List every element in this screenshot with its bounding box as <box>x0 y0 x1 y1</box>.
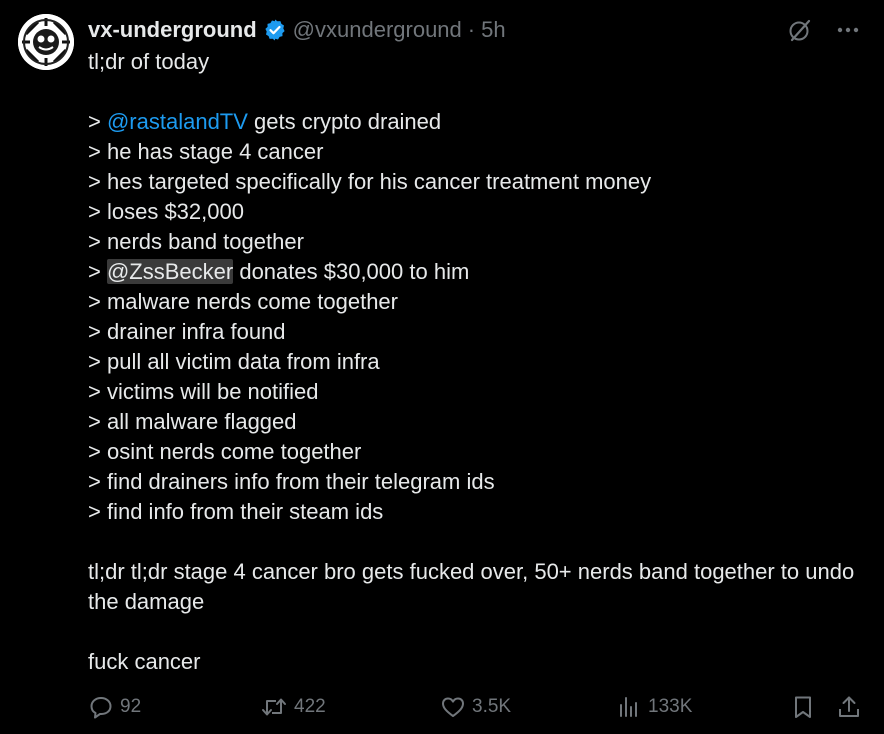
tweet-line: > all malware flagged <box>88 409 297 434</box>
tweet-intro: tl;dr of today <box>88 49 210 74</box>
bookmark-button[interactable] <box>790 694 816 720</box>
views-button[interactable]: 133K <box>616 694 692 720</box>
tweet-line: > nerds band together <box>88 229 304 254</box>
user-handle[interactable]: @vxunderground <box>293 17 462 43</box>
verified-badge-icon <box>263 18 287 42</box>
tweet-timestamp[interactable]: 5h <box>481 17 505 43</box>
share-icon <box>836 694 862 720</box>
tweet-line: > loses $32,000 <box>88 199 244 224</box>
mention-link[interactable]: @rastalandTV <box>107 109 248 134</box>
reply-button[interactable]: 92 <box>88 694 141 720</box>
tweet-line: > pull all victim data from infra <box>88 349 380 374</box>
tweet-line: > hes targeted specifically for his canc… <box>88 169 652 194</box>
tweet-text: tl;dr of today > @rastalandTV gets crypt… <box>88 47 858 677</box>
header-separator: · <box>467 17 476 42</box>
reply-icon <box>88 694 114 720</box>
tweet-line: > @ZssBecker donates $30,000 to him <box>88 259 470 284</box>
tweet-line: > he has stage 4 cancer <box>88 139 324 164</box>
avatar-image <box>18 14 74 70</box>
grok-icon[interactable] <box>786 16 814 44</box>
like-icon <box>440 694 466 720</box>
tweet-line: > find info from their steam ids <box>88 499 384 524</box>
tweet[interactable]: vx-underground @vxunderground · 5h tl;dr… <box>0 0 884 734</box>
tweet-header: vx-underground @vxunderground · 5h <box>88 14 506 46</box>
tweet-action-bar: 92 422 3.5K 133K <box>88 694 868 728</box>
bookmark-icon <box>790 694 816 720</box>
reply-count: 92 <box>120 696 142 717</box>
retweet-icon <box>260 694 288 720</box>
tweet-closing: fuck cancer <box>88 649 201 674</box>
tweet-line: > drainer infra found <box>88 319 286 344</box>
tweet-line: > victims will be notified <box>88 379 319 404</box>
more-icon[interactable] <box>834 16 862 44</box>
views-count: 133K <box>648 696 693 717</box>
retweet-button[interactable]: 422 <box>260 694 326 720</box>
tweet-top-actions <box>786 16 862 44</box>
retweet-count: 422 <box>294 696 326 717</box>
tweet-line: > @rastalandTV gets crypto drained <box>88 109 442 134</box>
tweet-line: > find drainers info from their telegram… <box>88 469 495 494</box>
avatar[interactable] <box>18 14 74 70</box>
tweet-line: > malware nerds come together <box>88 289 398 314</box>
views-icon <box>616 694 642 720</box>
tweet-summary: tl;dr tl;dr stage 4 cancer bro gets fuck… <box>88 559 855 614</box>
like-button[interactable]: 3.5K <box>440 694 511 720</box>
share-button[interactable] <box>836 694 862 720</box>
like-count: 3.5K <box>472 696 512 717</box>
display-name[interactable]: vx-underground <box>88 17 257 43</box>
tweet-line: > osint nerds come together <box>88 439 362 464</box>
mention-link-hovered[interactable]: @ZssBecker <box>106 259 234 284</box>
